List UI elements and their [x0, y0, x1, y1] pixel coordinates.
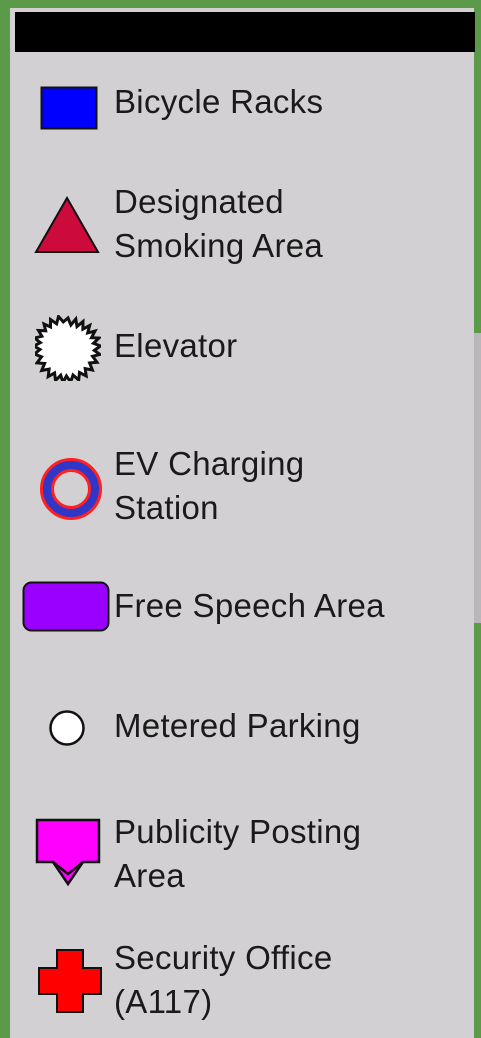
legend-label-metered-parking: Metered Parking [114, 707, 361, 744]
legend-header-bar [15, 12, 475, 52]
red-cross-icon [37, 948, 103, 1014]
legend-label-designated: Designated [114, 183, 284, 220]
blue-square-icon [40, 86, 98, 130]
ring-icon [38, 456, 104, 522]
legend-label-ev-charging: EV Charging [114, 445, 305, 482]
legend-label-area: Area [114, 857, 185, 894]
legend-label-smoking-area: Smoking Area [114, 227, 324, 264]
magenta-flag-arrow-icon [35, 818, 101, 888]
legend-label-elevator: Elevator [114, 327, 238, 364]
legend-label-security-office: Security Office [114, 939, 333, 976]
legend-label-free-speech-area: Free Speech Area [114, 587, 385, 624]
legend-label-publicity-posting: Publicity Posting [114, 813, 362, 850]
white-circle-icon [48, 709, 86, 747]
legend-label-a117: (A117) [114, 983, 213, 1020]
starburst-icon [35, 315, 101, 381]
map-edge [474, 333, 481, 623]
legend-label-station: Station [114, 489, 219, 526]
legend-label-bicycle-racks: Bicycle Racks [114, 83, 324, 120]
purple-rounded-rect-icon [22, 581, 110, 633]
red-triangle-icon [34, 196, 100, 254]
map-legend: Bicycle Racks Designated Smoking Area El… [10, 8, 481, 1038]
